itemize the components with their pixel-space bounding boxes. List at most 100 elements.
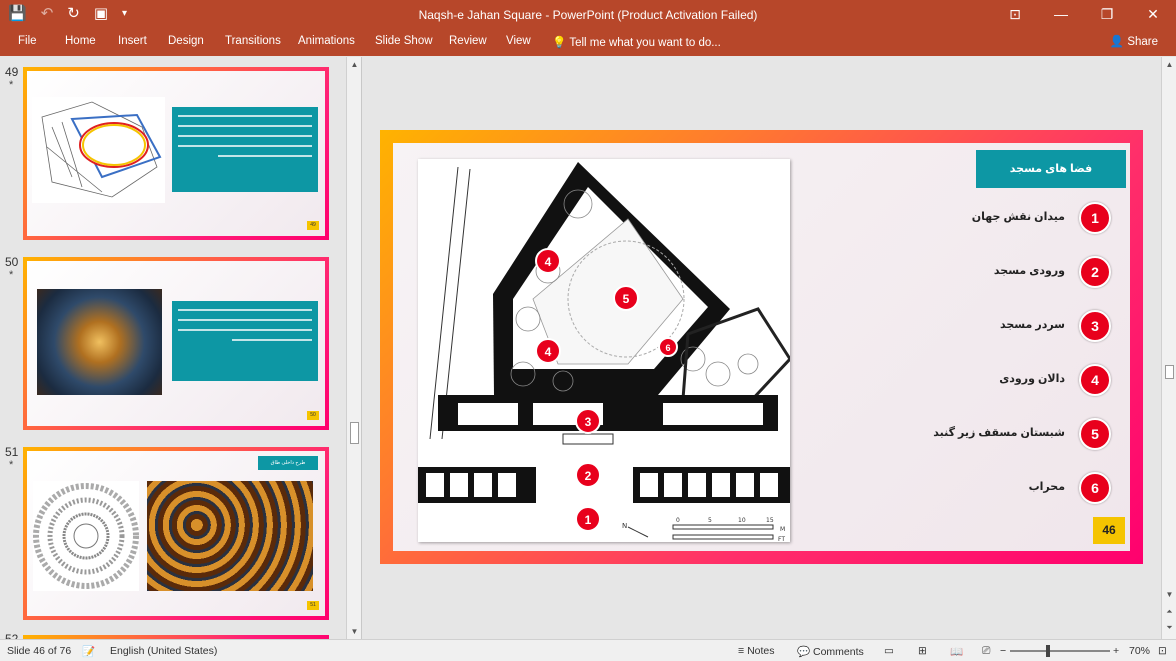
plan-marker-label: 3 (585, 415, 592, 429)
legend-number: 6 (1079, 472, 1111, 504)
share-button[interactable]: 👤 Share (1110, 34, 1158, 48)
reading-view-icon[interactable]: 📖 (950, 645, 963, 658)
mosque-floor-plan-image: N M FT 0 5 10 15 4 5 4 6 3 2 1 (418, 159, 792, 543)
slide-thumbnails-pane[interactable]: 49 * 49 50 * 50 51 * طرح داخلی طاق 51 52… (0, 57, 362, 639)
tab-insert[interactable]: Insert (118, 35, 147, 47)
user-icon: 👤 (1109, 36, 1125, 48)
legend-item: محراب 6 (933, 472, 1133, 504)
scroll-up-icon[interactable]: ▲ (347, 60, 361, 69)
slide-editor[interactable]: N M FT 0 5 10 15 4 5 4 6 3 2 1 فضا های م… (363, 57, 1176, 639)
thumb-text-box (172, 301, 318, 381)
minimize-icon[interactable]: — (1038, 0, 1084, 30)
scale-tick: 10 (738, 517, 746, 524)
title-bar: 💾 ↶ ↻ ▣ ▾ Naqsh-e Jahan Square - PowerPo… (0, 0, 1176, 30)
scroll-up-icon[interactable]: ▲ (1162, 60, 1176, 69)
thumb-number: 50 (5, 255, 19, 269)
tab-file[interactable]: File (18, 35, 37, 47)
thumb-plan-image (32, 97, 165, 203)
legend-label: محراب (1028, 481, 1065, 493)
thumb-pattern-image (33, 481, 139, 591)
scroll-down-icon[interactable]: ▼ (1162, 590, 1176, 599)
slide-thumbnail-49[interactable]: 49 (23, 67, 329, 240)
thumb-number: 51 (5, 445, 19, 459)
thumb-number: 52 (5, 632, 19, 639)
ribbon-display-icon[interactable]: ⊡ (992, 0, 1038, 30)
zoom-slider[interactable] (1010, 645, 1110, 657)
thumb-text-box (172, 107, 318, 192)
notes-label: Notes (747, 645, 775, 657)
slide-thumbnail-51[interactable]: طرح داخلی طاق 51 (23, 447, 329, 620)
tab-view[interactable]: View (506, 35, 531, 47)
thumbnails-scrollbar[interactable]: ▲ ▼ (346, 57, 361, 639)
current-slide[interactable]: N M FT 0 5 10 15 4 5 4 6 3 2 1 فضا های م… (380, 130, 1143, 564)
plan-marker-label: 4 (545, 255, 552, 269)
spaces-heading: فضا های مسجد (976, 150, 1126, 188)
next-slide-icon[interactable]: ⏷ (1162, 623, 1176, 633)
zoom-in-icon[interactable]: + (1113, 645, 1119, 657)
tab-design[interactable]: Design (168, 35, 204, 47)
legend-number: 5 (1079, 418, 1111, 450)
previous-slide-icon[interactable]: ⏶ (1162, 607, 1176, 617)
spelling-check-icon[interactable]: 📝 (82, 645, 95, 658)
tab-slide-show[interactable]: Slide Show (375, 35, 433, 47)
legend-number: 2 (1079, 256, 1111, 288)
legend-label: میدان نقش جهان (971, 211, 1065, 223)
plan-marker-label: 1 (585, 513, 592, 527)
slide-show-icon[interactable]: ⎚ (982, 645, 990, 658)
thumb-page-badge: 51 (307, 601, 319, 610)
editor-scrollbar[interactable]: ▲ ▼ ⏶ ⏷ (1161, 57, 1176, 639)
thumb-animation-star: * (9, 79, 14, 91)
thumb-page-badge: 49 (307, 221, 319, 230)
language-indicator[interactable]: English (United States) (110, 645, 217, 657)
plan-marker-label: 4 (545, 345, 552, 359)
slide-page-badge: 46 (1093, 517, 1125, 544)
legend-label: دالان ورودی (999, 373, 1065, 385)
tell-me-search[interactable]: 💡 Tell me what you want to do... (552, 35, 721, 49)
fit-slide-icon[interactable]: ⊡ (1158, 645, 1167, 657)
lightbulb-icon: 💡 (552, 37, 567, 49)
plan-marker-label: 5 (623, 292, 630, 306)
legend-label: ورودی مسجد (993, 265, 1065, 277)
tab-home[interactable]: Home (65, 35, 96, 47)
zoom-out-icon[interactable]: − (1000, 645, 1006, 657)
thumb-page-badge: 50 (307, 411, 319, 420)
scroll-thumb[interactable] (1165, 365, 1174, 379)
zoom-slider-knob[interactable] (1046, 645, 1050, 657)
tab-animations[interactable]: Animations (298, 35, 355, 47)
ribbon-tabs: File Home Insert Design Transitions Anim… (0, 30, 1176, 56)
scale-tick: 0 (676, 517, 680, 524)
tab-review[interactable]: Review (449, 35, 487, 47)
tell-me-text: Tell me what you want to do... (569, 37, 721, 49)
north-label: N (622, 522, 627, 530)
thumb-dome-image (37, 289, 162, 395)
zoom-level[interactable]: 70% (1129, 645, 1150, 657)
slide-thumbnail-50[interactable]: 50 (23, 257, 329, 430)
legend-label: سردر مسجد (1000, 319, 1065, 331)
legend-number: 1 (1079, 202, 1111, 234)
scale-tick: 5 (708, 517, 712, 524)
plan-marker-label: 6 (665, 343, 670, 353)
tab-transitions[interactable]: Transitions (225, 35, 281, 47)
restore-icon[interactable]: ❐ (1084, 0, 1130, 30)
scroll-down-icon[interactable]: ▼ (347, 627, 361, 636)
thumb-number: 49 (5, 65, 19, 79)
comments-button[interactable]: 💬 Comments (797, 645, 864, 658)
comments-icon: 💬 (797, 646, 811, 658)
legend-item: ورودی مسجد 2 (933, 256, 1133, 288)
slide-sorter-icon[interactable]: ⊞ (918, 645, 927, 657)
legend-number: 4 (1079, 364, 1111, 396)
notes-button[interactable]: ≡ Notes (738, 645, 775, 657)
normal-view-icon[interactable]: ▭ (884, 645, 894, 657)
thumb-animation-star: * (9, 269, 14, 281)
status-bar: Slide 46 of 76 📝 English (United States)… (0, 639, 1176, 661)
notes-icon: ≡ (738, 645, 745, 657)
legend-item: میدان نقش جهان 1 (933, 202, 1133, 234)
legend-item: دالان ورودی 4 (933, 364, 1133, 396)
close-icon[interactable]: ✕ (1130, 0, 1176, 30)
unit-m-label: M (780, 526, 785, 533)
legend-item: سردر مسجد 3 (933, 310, 1133, 342)
share-label: Share (1127, 36, 1158, 48)
window-controls: ⊡ — ❐ ✕ (992, 0, 1176, 30)
thumb-tile-image (147, 481, 313, 591)
scroll-thumb[interactable] (350, 422, 359, 444)
